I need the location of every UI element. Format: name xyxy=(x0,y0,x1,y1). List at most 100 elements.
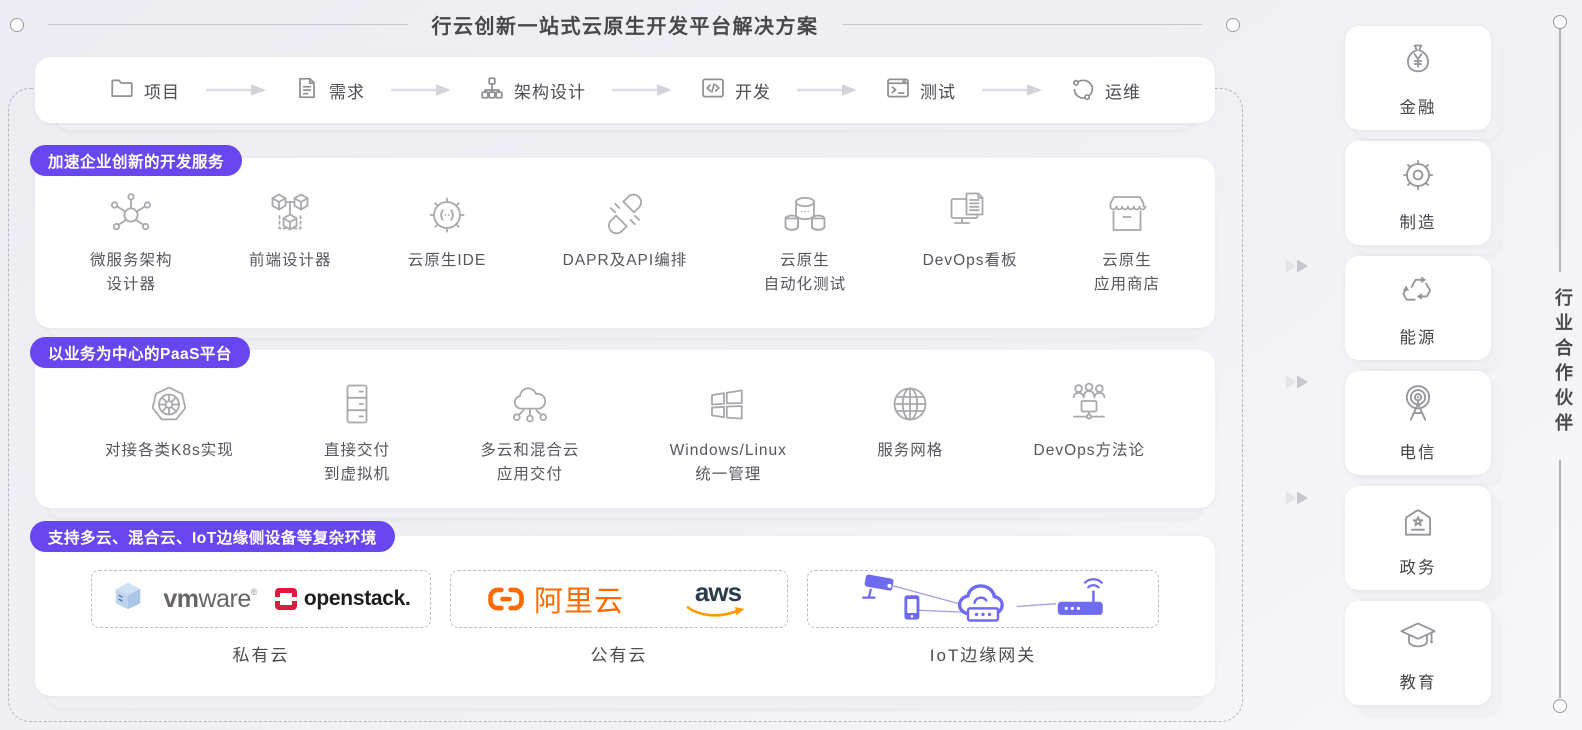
flow-step-label: 需求 xyxy=(329,82,365,102)
double-chevron-icon xyxy=(1286,375,1308,389)
iot-devices-icon xyxy=(862,574,1103,622)
service-item: 云原生 应用商店 xyxy=(1094,188,1160,297)
service-item-label: 云原生IDE xyxy=(407,252,487,269)
vmware-logo: vm ware ® xyxy=(163,584,257,613)
code-window-icon xyxy=(700,75,726,106)
section-paas-platform: 对接各类K8s实现 直接交付 到虚拟机 多云和混合云 应用交付 Windows/Li… xyxy=(35,350,1215,508)
env-label: 私有云 xyxy=(232,646,290,665)
team-icon xyxy=(1065,378,1113,428)
industry-card-education: 教育 xyxy=(1345,601,1491,705)
money-bag-icon xyxy=(1396,38,1440,87)
service-item-label: DAPR及API编排 xyxy=(562,252,688,269)
aws-logo: aws xyxy=(686,579,750,620)
industry-card-finance: 金融 xyxy=(1345,26,1491,130)
industry-card-energy: 能源 xyxy=(1345,256,1491,360)
paas-item-label: 对接各类K8s实现 xyxy=(105,442,234,459)
paas-item-label: DevOps方法论 xyxy=(1033,442,1145,459)
paas-item: 多云和混合云 应用交付 xyxy=(480,378,579,487)
industry-label: 金融 xyxy=(1399,99,1437,117)
section2-badge: 以业务为中心的PaaS平台 xyxy=(30,337,250,368)
flow-step-label: 测试 xyxy=(920,82,956,102)
flow-arrow-icon xyxy=(206,84,266,96)
cubes-icon xyxy=(266,188,314,238)
plug-icon xyxy=(601,188,649,238)
section3-environments: vm ware ® openstack. 私有云 阿里云 aws 公有云 IoT… xyxy=(35,536,1215,666)
folder-icon xyxy=(109,75,135,106)
graduation-cap-icon xyxy=(1396,613,1440,662)
flow-step-requirements: 需求 xyxy=(294,75,365,106)
cloud-network-icon xyxy=(506,378,554,428)
k8s-wheel-icon xyxy=(145,378,193,428)
service-item-label: 前端设计器 xyxy=(248,252,332,269)
industry-label: 能源 xyxy=(1399,329,1437,347)
title-row: 行云创新一站式云原生开发平台解决方案 xyxy=(10,10,1240,39)
industry-label: 政务 xyxy=(1399,559,1437,577)
connector-circle-right xyxy=(1226,17,1240,32)
section-dev-services: 微服务架构 设计器 前端设计器 云原生IDE DAPR及API编排 云原生 自动化测… xyxy=(35,158,1215,328)
aws-smile-icon xyxy=(686,605,745,617)
storefront-icon xyxy=(1103,188,1151,238)
microservice-icon xyxy=(107,188,155,238)
public-cloud-box: 阿里云 aws xyxy=(450,570,788,628)
paas-item: 服务网格 xyxy=(877,378,943,463)
flow-arrow-icon xyxy=(797,84,857,96)
lifecycle-flow-bar: 项目 需求 架构设计 开发 测试 运维 xyxy=(35,57,1215,123)
globe-icon xyxy=(886,378,934,428)
iot-gateway-box xyxy=(807,570,1159,628)
industry-label: 电信 xyxy=(1399,444,1437,462)
blue-box-icon xyxy=(111,580,145,619)
flow-arrow-icon xyxy=(982,84,1042,96)
flow-step-label: 项目 xyxy=(144,82,180,102)
paas-item-label: Windows/Linux 统一管理 xyxy=(669,442,787,484)
flow-step-project: 项目 xyxy=(109,75,180,106)
paas-item-label: 多云和混合云 应用交付 xyxy=(480,442,580,484)
flow-step-architecture: 架构设计 xyxy=(479,75,586,106)
section2-items: 对接各类K8s实现 直接交付 到虚拟机 多云和混合云 应用交付 Windows/Li… xyxy=(35,350,1215,487)
document-icon xyxy=(294,75,320,106)
env-private-cloud: vm ware ® openstack. 私有云 xyxy=(91,570,431,666)
section1-items: 微服务架构 设计器 前端设计器 云原生IDE DAPR及API编排 云原生 自动化测… xyxy=(35,158,1215,297)
env-iot-gateway: IoT边缘网关 xyxy=(807,570,1159,666)
flow-step-label: 开发 xyxy=(735,82,771,102)
service-item: 前端设计器 xyxy=(249,188,332,273)
database-icon xyxy=(781,188,829,238)
paas-item-label: 服务网格 xyxy=(877,442,944,459)
alibaba-cloud-mark-icon xyxy=(488,587,524,611)
industry-card-manufacturing: 制造 xyxy=(1345,141,1491,245)
section3-badge: 支持多云、混合云、IoT边缘侧设备等复杂环境 xyxy=(30,521,395,552)
title-line-right xyxy=(842,23,1202,26)
service-item: 云原生IDE xyxy=(408,188,486,273)
service-item-label: 云原生 应用商店 xyxy=(1093,252,1160,294)
sitemap-icon xyxy=(479,75,505,106)
industry-partners-label: 行业合作伙伴 xyxy=(1553,288,1573,438)
section1-badge: 加速企业创新的开发服务 xyxy=(30,145,243,176)
service-item-label: 云原生 自动化测试 xyxy=(763,252,847,294)
section-environments: vm ware ® openstack. 私有云 阿里云 aws 公有云 IoT… xyxy=(35,536,1215,696)
flow-step-testing: 测试 xyxy=(885,75,956,106)
industry-label: 制造 xyxy=(1399,214,1437,232)
double-chevron-icon xyxy=(1286,259,1308,273)
industry-card-government: 政务 xyxy=(1345,486,1491,590)
flow-step-development: 开发 xyxy=(700,75,771,106)
double-chevron-icon xyxy=(1286,491,1308,505)
env-label: 公有云 xyxy=(590,646,648,665)
ops-cycle-icon xyxy=(1070,75,1096,106)
server-icon xyxy=(333,378,381,428)
service-item: DevOps看板 xyxy=(923,188,1018,273)
flow-step-label: 架构设计 xyxy=(514,82,586,102)
paas-item: 对接各类K8s实现 xyxy=(105,378,234,463)
service-item: 云原生 自动化测试 xyxy=(764,188,847,297)
title-line-left xyxy=(48,23,408,26)
env-label: IoT边缘网关 xyxy=(929,646,1037,665)
windows-icon xyxy=(704,378,752,428)
paas-item: DevOps方法论 xyxy=(1034,378,1146,463)
flow-step-label: 运维 xyxy=(1105,82,1141,102)
paas-item: 直接交付 到虚拟机 xyxy=(324,378,390,487)
flow-arrow-icon xyxy=(612,84,672,96)
rail-circle-bottom xyxy=(1553,699,1567,713)
rail-line-bottom xyxy=(1559,460,1561,698)
gear-code-icon xyxy=(423,188,471,238)
service-item: DAPR及API编排 xyxy=(563,188,688,273)
env-public-cloud: 阿里云 aws 公有云 xyxy=(450,570,788,666)
rail-circle-top xyxy=(1553,15,1567,29)
